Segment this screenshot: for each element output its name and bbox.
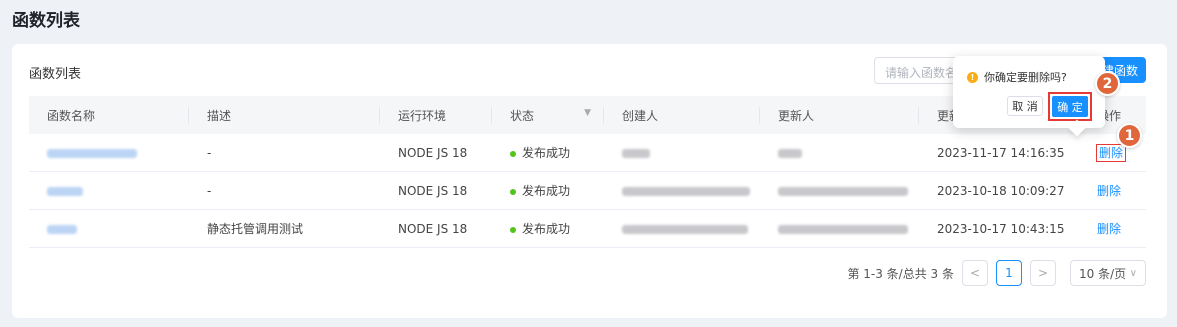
page-1-button[interactable]: 1 (996, 260, 1022, 286)
popover-message-row: ! 你确定要删除吗? (967, 69, 1067, 85)
warning-icon: ! (967, 71, 978, 83)
page-size-label: 10 条/页 (1079, 266, 1127, 281)
prev-page-button[interactable]: < (962, 260, 988, 286)
cell-updated-at: 2023-11-17 14:16:35 (937, 145, 1065, 160)
updater-name (778, 186, 908, 196)
confirm-button[interactable]: 确 定 (1052, 96, 1088, 117)
cell-description: - (207, 183, 212, 198)
next-page-button[interactable]: > (1030, 260, 1056, 286)
column-header-runtime: 运行环境 (380, 106, 492, 124)
column-header-status-label: 状态 (510, 108, 535, 123)
column-header-creator: 创建人 (604, 106, 760, 124)
status-dot (510, 226, 516, 233)
status-dot (510, 188, 516, 195)
page-size-select[interactable]: 10 条/页 ∨ (1070, 260, 1146, 286)
table-row: - NODE JS 18 发布成功 2023-11-17 14:16:35 删除 (29, 134, 1146, 172)
creator-name (622, 148, 650, 158)
status-dot (510, 150, 516, 157)
pagination-summary: 第 1-3 条/总共 3 条 (847, 266, 954, 281)
table-row: 静态托管调用测试 NODE JS 18 发布成功 2023-10-17 10:4… (29, 210, 1146, 248)
delete-link[interactable]: 删除 (1097, 222, 1121, 236)
status-text: 发布成功 (522, 184, 571, 198)
cell-status: 发布成功 (492, 144, 604, 161)
cell-status: 发布成功 (492, 182, 604, 199)
confirm-highlight-box: 确 定 (1048, 92, 1092, 121)
cell-runtime: NODE JS 18 (398, 221, 468, 236)
cell-runtime: NODE JS 18 (398, 183, 468, 198)
cell-runtime: NODE JS 18 (398, 145, 468, 160)
card-title: 函数列表 (29, 67, 82, 82)
step-badge-2: 2 (1095, 71, 1120, 96)
status-text: 发布成功 (522, 222, 571, 236)
column-header-status: 状态 ▼ (492, 106, 604, 124)
column-header-updater: 更新人 (760, 106, 919, 124)
cell-status: 发布成功 (492, 220, 604, 237)
function-name-link[interactable] (47, 148, 137, 158)
function-name-link[interactable] (47, 224, 77, 234)
table-row: - NODE JS 18 发布成功 2023-10-18 10:09:27 删除 (29, 172, 1146, 210)
cell-description: 静态托管调用测试 (207, 222, 304, 236)
column-header-name: 函数名称 (29, 106, 189, 124)
step-badge-1: 1 (1117, 123, 1142, 148)
delete-link[interactable]: 删除 (1097, 184, 1121, 198)
page-title: 函数列表 (12, 11, 80, 31)
function-name-link[interactable] (47, 186, 83, 196)
updater-name (778, 224, 908, 234)
pagination: 第 1-3 条/总共 3 条 < 1 > 10 条/页 ∨ (847, 260, 1146, 286)
status-text: 发布成功 (522, 146, 571, 160)
popover-message: 你确定要删除吗? (984, 71, 1067, 84)
delete-link[interactable]: 删除 (1095, 144, 1127, 162)
creator-name (622, 224, 748, 234)
cell-description: - (207, 145, 212, 160)
chevron-down-icon: ∨ (1129, 267, 1137, 279)
cell-updated-at: 2023-10-18 10:09:27 (937, 183, 1065, 198)
delete-confirm-popover: ! 你确定要删除吗? 取 消 确 定 (953, 56, 1105, 128)
creator-name (622, 186, 750, 196)
filter-icon[interactable]: ▼ (584, 108, 591, 118)
updater-name (778, 148, 802, 158)
cell-updated-at: 2023-10-17 10:43:15 (937, 221, 1065, 236)
cancel-button[interactable]: 取 消 (1007, 96, 1043, 116)
column-header-description: 描述 (189, 106, 380, 124)
